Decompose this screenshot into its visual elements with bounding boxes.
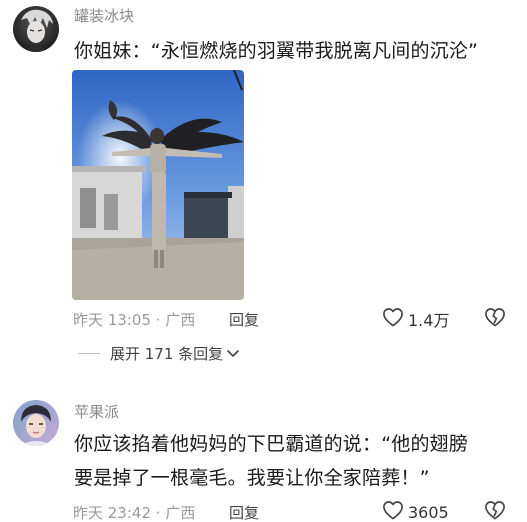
dislike-button[interactable] — [484, 500, 506, 522]
avatar[interactable] — [13, 6, 59, 52]
expand-replies[interactable]: 展开 171 条回复 — [78, 343, 239, 364]
comment-meta: 昨天 13:05 · 广西 — [73, 309, 195, 330]
like-button[interactable]: 1.4万 — [382, 307, 449, 331]
comment-image[interactable] — [72, 70, 244, 300]
meta-separator: · — [151, 311, 166, 329]
divider — [78, 353, 100, 354]
comment-text-line: 要是掉了一根毫毛。我要让你全家陪葬！” — [74, 467, 430, 489]
comment-username[interactable]: 罐装冰块 — [74, 5, 134, 26]
broken-heart-icon — [484, 501, 506, 522]
comment-section: 罐装冰块 你姐妹：“永恒燃烧的羽翼带我脱离凡间的沉沦” 昨天 13:05 · 广… — [0, 0, 527, 522]
broken-heart-icon — [484, 308, 506, 331]
comment-meta: 昨天 23:42 · 广西 — [73, 502, 195, 522]
reply-button[interactable]: 回复 — [229, 502, 259, 522]
comment-location: 广西 — [165, 504, 196, 522]
like-count: 1.4万 — [408, 311, 450, 330]
meta-separator: · — [151, 504, 166, 522]
comment-time: 昨天 13:05 — [73, 311, 151, 329]
avatar[interactable] — [13, 400, 59, 446]
expand-replies-label: 展开 171 条回复 — [110, 345, 224, 363]
heart-outline-icon — [382, 500, 404, 522]
comment-text: 你姐妹：“永恒燃烧的羽翼带我脱离凡间的沉沦” — [74, 40, 479, 62]
like-button[interactable]: 3605 — [382, 500, 449, 522]
comment-text-line: 你应该掐着他妈妈的下巴霸道的说：“他的翅膀 — [74, 433, 469, 455]
comment-time: 昨天 23:42 — [73, 504, 151, 522]
like-count: 3605 — [408, 502, 449, 522]
comment-location: 广西 — [165, 311, 196, 329]
reply-button[interactable]: 回复 — [229, 309, 259, 330]
chevron-down-icon — [227, 349, 239, 358]
comment-username[interactable]: 苹果派 — [74, 401, 119, 422]
heart-outline-icon — [382, 307, 404, 331]
dislike-button[interactable] — [484, 307, 506, 331]
